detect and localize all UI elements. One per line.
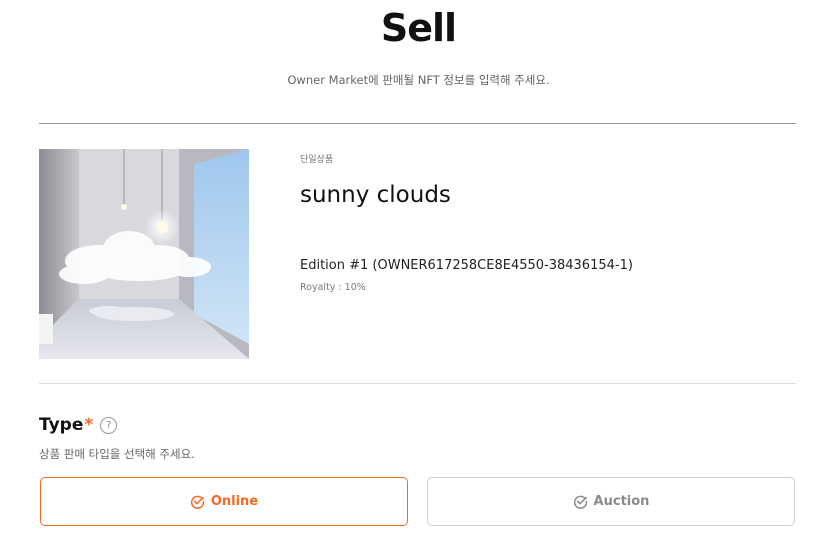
type-label: Type * ? xyxy=(39,415,118,435)
item-type-tag: 단일상품 xyxy=(300,155,334,165)
page-title: Sell xyxy=(380,6,457,50)
check-circle-icon xyxy=(573,494,588,509)
type-option-auction[interactable]: Auction xyxy=(427,477,795,526)
question-circle-icon[interactable]: ? xyxy=(100,416,118,434)
page-subtitle: Owner Market에 판매될 NFT 정보를 입력해 주세요. xyxy=(287,73,550,87)
type-description: 상품 판매 타입을 선택해 주세요. xyxy=(39,447,195,461)
type-option-online[interactable]: Online xyxy=(40,477,408,526)
item-royalty: Royalty : 10% xyxy=(300,282,366,293)
check-circle-icon xyxy=(190,494,205,509)
header-divider xyxy=(39,123,796,124)
section-divider xyxy=(39,383,796,384)
type-option-auction-label: Auction xyxy=(593,494,650,509)
type-option-online-label: Online xyxy=(210,494,259,509)
item-name: sunny clouds xyxy=(300,182,451,208)
required-mark: * xyxy=(84,415,94,435)
type-label-text: Type xyxy=(39,415,84,435)
item-edition: Edition #1 (OWNER617258CE8E4550-38436154… xyxy=(300,258,633,273)
nft-thumbnail xyxy=(39,149,249,359)
